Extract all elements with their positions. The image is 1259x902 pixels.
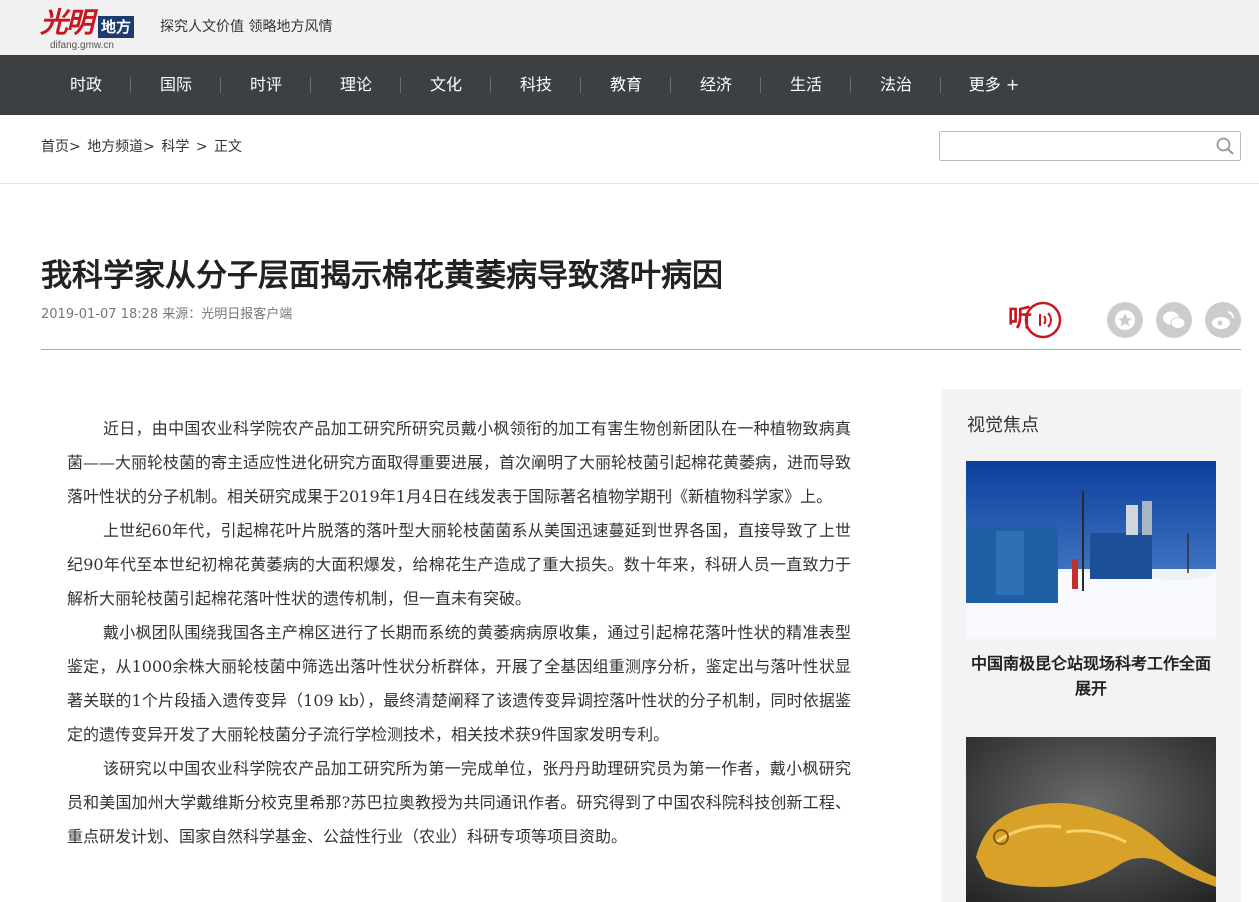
main-nav: 时政 国际 时评 理论 文化 科技 教育 经济 生活 法治 更多 + — [0, 55, 1259, 115]
wechat-icon — [1163, 311, 1186, 329]
logo-url: difang.gmw.cn — [50, 40, 114, 51]
favorite-button[interactable] — [1107, 302, 1143, 338]
antarctic-station-photo[interactable] — [966, 461, 1216, 639]
nav-item-commentary[interactable]: 时评 — [221, 55, 311, 115]
nav-item-culture[interactable]: 文化 — [401, 55, 491, 115]
nav-separator — [940, 77, 941, 93]
article-paragraph: 近日，由中国农业科学院农产品加工研究所研究员戴小枫领衔的加工有害生物创新团队在一… — [67, 419, 852, 506]
sidebar-title: 视觉焦点 — [967, 415, 1039, 436]
listen-label: 听 — [1008, 304, 1032, 332]
top-bar: 光明 地方 difang.gmw.cn 探究人文价值 领略地方风情 — [0, 0, 1259, 55]
article-meta: 2019-01-07 18:28 来源：光明日报客户端 — [41, 307, 293, 322]
sidebar-caption[interactable]: 中国南极昆仑站现场科考工作全面展开 — [966, 651, 1216, 701]
listen-button[interactable]: 听 — [1006, 300, 1064, 340]
search-box — [939, 131, 1241, 161]
star-icon — [1115, 310, 1135, 330]
nav-item-tech[interactable]: 科技 — [491, 55, 581, 115]
breadcrumb-current: 正文 — [214, 139, 243, 155]
nav-item-education[interactable]: 教育 — [581, 55, 671, 115]
nav-item-politics[interactable]: 时政 — [41, 55, 131, 115]
site-slogan: 探究人文价值 领略地方风情 — [160, 19, 333, 35]
article-paragraph: 该研究以中国农业科学院农产品加工研究所为第一完成单位，张丹丹助理研究员为第一作者… — [67, 759, 851, 846]
article-body: 近日，由中国农业科学院农产品加工研究所研究员戴小枫领衔的加工有害生物创新团队在一… — [67, 412, 851, 854]
nav-item-more[interactable]: 更多 + — [949, 55, 1039, 115]
breadcrumb-home[interactable]: 首页> — [41, 139, 81, 155]
weibo-icon — [1212, 311, 1234, 329]
nav-item-law[interactable]: 法治 — [851, 55, 941, 115]
nav-item-international[interactable]: 国际 — [131, 55, 221, 115]
breadcrumb-channel[interactable]: 地方频道> — [87, 139, 155, 155]
article-title: 我科学家从分子层面揭示棉花黄萎病导致落叶病因 — [41, 258, 723, 294]
breadcrumb: 首页> 地方频道> 科学 > 正文 — [41, 136, 244, 156]
nav-item-life[interactable]: 生活 — [761, 55, 851, 115]
logo-text: 光明 — [40, 6, 94, 39]
breadcrumb-separator: > — [195, 139, 208, 155]
gold-artifact-photo[interactable] — [966, 737, 1216, 902]
search-input[interactable] — [946, 132, 1210, 160]
breadcrumb-section[interactable]: 科学 — [161, 139, 189, 155]
nav-item-theory[interactable]: 理论 — [311, 55, 401, 115]
weibo-share-button[interactable] — [1205, 302, 1241, 338]
article-paragraph: 上世纪60年代，引起棉花叶片脱落的落叶型大丽轮枝菌菌系从美国迅速蔓延到世界各国，… — [67, 521, 851, 608]
site-logo[interactable]: 光明 地方 difang.gmw.cn — [40, 6, 140, 52]
title-divider — [41, 349, 1241, 350]
visual-focus-sidebar: 视觉焦点 中国南极昆仑站现场科考工作全面展开 — [941, 389, 1241, 902]
wechat-share-button[interactable] — [1156, 302, 1192, 338]
logo-box: 地方 — [98, 16, 135, 38]
nav-item-economy[interactable]: 经济 — [671, 55, 761, 115]
divider — [0, 183, 1259, 184]
search-icon[interactable] — [1216, 137, 1234, 155]
article-paragraph: 戴小枫团队围绕我国各主产棉区进行了长期而系统的黄萎病病原收集，通过引起棉花落叶性… — [67, 623, 851, 744]
